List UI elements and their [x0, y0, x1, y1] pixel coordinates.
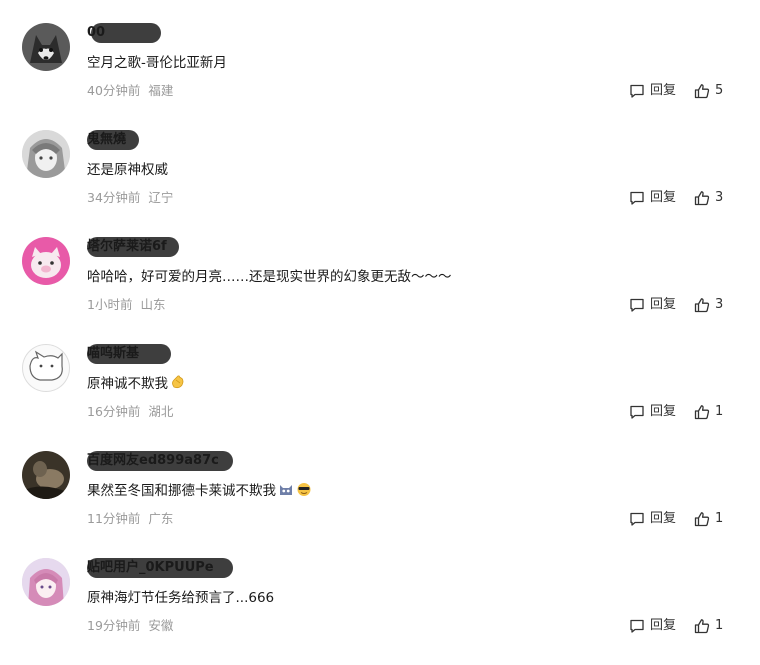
comment-location: 山东 — [140, 297, 166, 312]
like-button[interactable]: 5 — [694, 81, 723, 101]
pink-pig-avatar-image — [22, 237, 70, 285]
reply-label: 回复 — [650, 404, 677, 419]
avatar[interactable] — [22, 23, 70, 71]
reply-button[interactable]: 回复 — [629, 188, 676, 208]
comment-text: 空月之歌-哥伦比亚新月 — [87, 55, 227, 71]
comment-bubble-icon — [630, 298, 644, 312]
reply-label: 回复 — [650, 511, 677, 526]
like-button[interactable]: 1 — [694, 616, 723, 636]
like-count: 5 — [715, 83, 724, 98]
comment-location: 辽宁 — [148, 190, 174, 205]
thumbs-up-icon — [694, 619, 710, 634]
comment-time: 34分钟前 — [87, 190, 141, 205]
thumbs-up-icon — [694, 191, 710, 206]
comment-location: 安徽 — [148, 618, 174, 633]
comment-meta: 1小时前 山东 — [87, 295, 165, 315]
anime-girl-avatar-image — [22, 558, 70, 606]
username[interactable]: 贴吧用户_0KPUUPe — [87, 556, 233, 580]
comment-item: 百度网友ed899a87c 果然至冬国和挪德卡莱诚不欺我 11分钟前 广东 回复 … — [0, 451, 760, 558]
comment-text: 原神诚不欺我 — [87, 374, 186, 394]
thumbs-up-icon — [694, 84, 710, 99]
comment-item: 喵呜斯基 原神诚不欺我 16分钟前 湖北 回复 1 — [0, 344, 760, 451]
avatar[interactable] — [22, 451, 70, 499]
like-count: 3 — [715, 297, 724, 312]
comment-time: 1小时前 — [87, 297, 133, 312]
comment-location: 福建 — [148, 83, 174, 98]
comment-item: 贴吧用户_0KPUUPe 原神海灯节任务给预言了...666 19分钟前 安徽 回… — [0, 558, 760, 665]
reply-label: 回复 — [650, 618, 677, 633]
thumbs-up-icon — [694, 512, 710, 527]
reply-label: 回复 — [650, 297, 677, 312]
comment-text: 原神海灯节任务给预言了...666 — [87, 590, 275, 606]
comment-bubble-icon — [630, 191, 644, 205]
thumbs-up-icon — [694, 405, 710, 420]
reply-button[interactable]: 回复 — [629, 295, 676, 315]
username[interactable]: 鬼無燒 — [87, 128, 139, 152]
comment-item: 塔尔萨莱诺6f 哈哈哈，好可爱的月亮……还是现实世界的幻象更无敌〜〜〜 1小时前… — [0, 237, 760, 344]
like-button[interactable]: 1 — [694, 402, 723, 422]
username[interactable]: 00 — [87, 21, 161, 45]
comment-meta: 19分钟前 安徽 — [87, 616, 173, 636]
like-count: 1 — [715, 618, 724, 633]
comment-time: 16分钟前 — [87, 404, 141, 419]
reply-button[interactable]: 回复 — [629, 616, 676, 636]
username[interactable]: 喵呜斯基 — [87, 342, 171, 366]
avatar[interactable] — [22, 130, 70, 178]
comment-meta: 16分钟前 湖北 — [87, 402, 173, 422]
reply-label: 回复 — [650, 190, 677, 205]
comment-time: 11分钟前 — [87, 511, 141, 526]
reply-button[interactable]: 回复 — [629, 81, 676, 101]
comment-location: 湖北 — [148, 404, 174, 419]
reply-button[interactable]: 回复 — [629, 509, 676, 529]
comment-item: 鬼無燒 还是原神权威 34分钟前 辽宁 回复 3 — [0, 130, 760, 237]
reply-button[interactable]: 回复 — [629, 402, 676, 422]
comment-bubble-icon — [630, 405, 644, 419]
like-button[interactable]: 3 — [694, 295, 723, 315]
sunglasses-face-emoji — [297, 483, 311, 496]
comment-time: 40分钟前 — [87, 83, 141, 98]
like-button[interactable]: 3 — [694, 188, 723, 208]
cat-face-emoji — [280, 485, 292, 495]
dark-photo-avatar-image — [22, 451, 70, 499]
anime-character-avatar-image — [22, 130, 70, 178]
comment-text: 果然至冬国和挪德卡莱诚不欺我 — [87, 481, 312, 501]
comment-location: 广东 — [148, 511, 174, 526]
cat-sketch-avatar-image — [22, 344, 70, 392]
comment-meta: 11分钟前 广东 — [87, 509, 173, 529]
avatar[interactable] — [22, 344, 70, 392]
like-count: 1 — [715, 404, 724, 419]
like-button[interactable]: 1 — [694, 509, 723, 529]
comment-meta: 34分钟前 辽宁 — [87, 188, 173, 208]
username[interactable]: 百度网友ed899a87c — [87, 449, 233, 473]
username[interactable]: 塔尔萨莱诺6f — [87, 235, 179, 259]
comment-bubble-icon — [630, 512, 644, 526]
comment-bubble-icon — [630, 619, 644, 633]
comment-text: 还是原神权威 — [87, 162, 168, 178]
comment-item: 00 空月之歌-哥伦比亚新月 40分钟前 福建 回复 5 — [0, 23, 760, 130]
comment-text: 哈哈哈，好可爱的月亮……还是现实世界的幻象更无敌〜〜〜 — [87, 269, 452, 285]
avatar[interactable] — [22, 237, 70, 285]
comment-time: 19分钟前 — [87, 618, 141, 633]
like-count: 3 — [715, 190, 724, 205]
husky-avatar-image — [22, 23, 70, 71]
clapping-hands-emoji — [172, 375, 184, 389]
like-count: 1 — [715, 511, 724, 526]
thumbs-up-icon — [694, 298, 710, 313]
avatar[interactable] — [22, 558, 70, 606]
comment-bubble-icon — [630, 84, 644, 98]
reply-label: 回复 — [650, 83, 677, 98]
comment-meta: 40分钟前 福建 — [87, 81, 173, 101]
